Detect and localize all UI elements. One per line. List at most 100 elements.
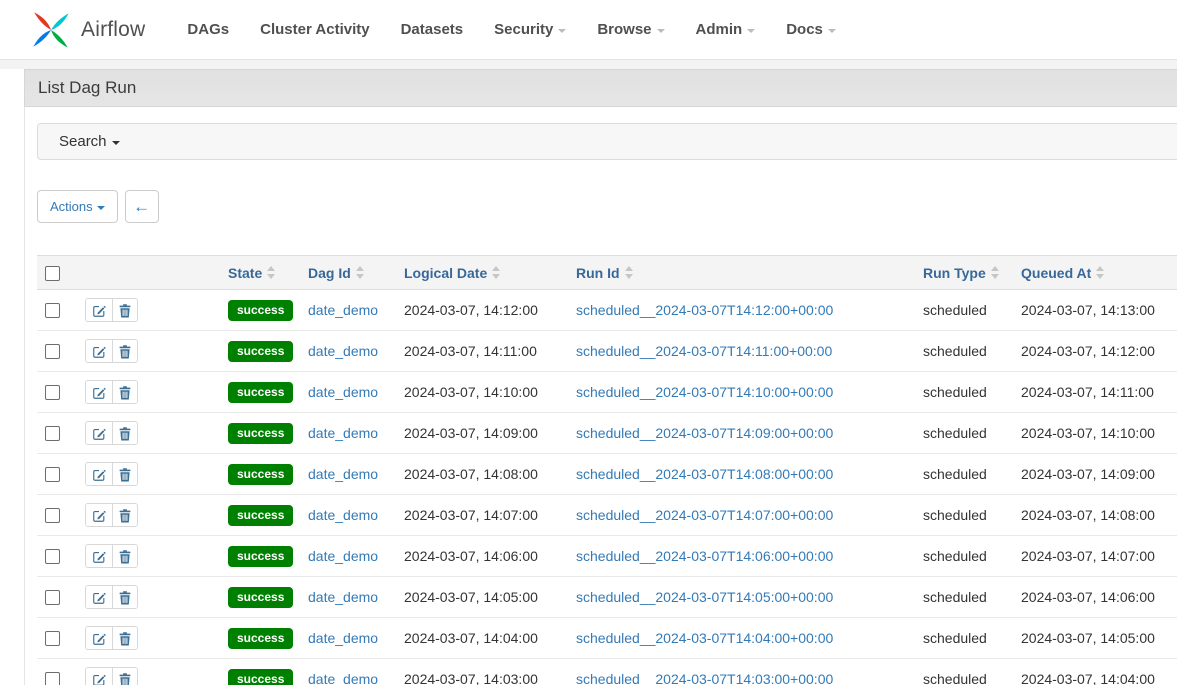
row-checkbox[interactable] [45,508,60,523]
edit-icon [92,509,106,523]
run-id-link[interactable]: scheduled__2024-03-07T14:05:00+00:00 [576,589,833,605]
actions-toolbar: Actions ← [37,190,1177,223]
table-row: success date_demo 2024-03-07, 14:10:00 s… [37,372,1177,413]
back-button[interactable]: ← [125,190,159,223]
delete-button[interactable] [112,586,137,608]
dag-id-link[interactable]: date_demo [308,384,378,400]
row-select-cell [37,331,77,372]
column-header-state[interactable]: State [220,256,300,290]
run-type-cell: scheduled [915,331,1013,372]
chevron-down-icon [657,29,665,33]
delete-button[interactable] [112,299,137,321]
run-id-link[interactable]: scheduled__2024-03-07T14:06:00+00:00 [576,548,833,564]
row-checkbox[interactable] [45,385,60,400]
dag-id-link[interactable]: date_demo [308,425,378,441]
run-id-link[interactable]: scheduled__2024-03-07T14:11:00+00:00 [576,343,832,359]
state-cell: success [220,454,300,495]
queued-at-cell: 2024-03-07, 14:11:00 [1013,372,1177,413]
row-select-cell [37,290,77,331]
nav-item-datasets[interactable]: Datasets [401,21,464,38]
table-row: success date_demo 2024-03-07, 14:08:00 s… [37,454,1177,495]
edit-button[interactable] [86,504,112,526]
edit-button[interactable] [86,463,112,485]
edit-button[interactable] [86,668,112,685]
table-row: success date_demo 2024-03-07, 14:05:00 s… [37,577,1177,618]
actions-button[interactable]: Actions [37,190,118,223]
edit-button[interactable] [86,381,112,403]
column-header-dag-id[interactable]: Dag Id [300,256,396,290]
chevron-down-icon [97,206,105,210]
row-checkbox[interactable] [45,631,60,646]
edit-button[interactable] [86,340,112,362]
run-id-link[interactable]: scheduled__2024-03-07T14:07:00+00:00 [576,507,833,523]
logical-date-cell: 2024-03-07, 14:08:00 [396,454,568,495]
delete-button[interactable] [112,340,137,362]
run-id-link[interactable]: scheduled__2024-03-07T14:03:00+00:00 [576,671,833,685]
row-checkbox[interactable] [45,344,60,359]
delete-button[interactable] [112,627,137,649]
row-checkbox[interactable] [45,672,60,685]
run-id-link[interactable]: scheduled__2024-03-07T14:10:00+00:00 [576,384,833,400]
status-badge: success [228,628,293,649]
nav-item-security[interactable]: Security [494,21,566,38]
row-checkbox[interactable] [45,303,60,318]
table-header-row: State Dag Id Logical Date Run Id [37,256,1177,290]
edit-button[interactable] [86,422,112,444]
edit-button[interactable] [86,627,112,649]
delete-button[interactable] [112,504,137,526]
nav-item-docs[interactable]: Docs [786,21,836,38]
delete-button[interactable] [112,463,137,485]
dag-id-link[interactable]: date_demo [308,507,378,523]
dag-id-link[interactable]: date_demo [308,630,378,646]
airflow-brand[interactable]: Airflow [30,9,145,51]
nav-item-dags[interactable]: DAGs [187,21,229,38]
nav-item-cluster-activity[interactable]: Cluster Activity [260,21,369,38]
column-header-logical-date[interactable]: Logical Date [396,256,568,290]
edit-button[interactable] [86,586,112,608]
nav-item-browse[interactable]: Browse [597,21,664,38]
dag-id-cell: date_demo [300,290,396,331]
column-header-run-type[interactable]: Run Type [915,256,1013,290]
dag-id-cell: date_demo [300,536,396,577]
dag-id-link[interactable]: date_demo [308,302,378,318]
dag-id-cell: date_demo [300,331,396,372]
edit-icon [92,591,106,605]
dag-id-link[interactable]: date_demo [308,466,378,482]
edit-icon [92,345,106,359]
nav-item-admin[interactable]: Admin [696,21,756,38]
run-id-link[interactable]: scheduled__2024-03-07T14:09:00+00:00 [576,425,833,441]
run-id-cell: scheduled__2024-03-07T14:07:00+00:00 [568,495,915,536]
delete-button[interactable] [112,545,137,567]
run-type-cell: scheduled [915,659,1013,685]
edit-button[interactable] [86,299,112,321]
dag-id-link[interactable]: date_demo [308,548,378,564]
delete-button[interactable] [112,668,137,685]
column-header-queued-at[interactable]: Queued At [1013,256,1177,290]
dag-id-link[interactable]: date_demo [308,343,378,359]
delete-button[interactable] [112,422,137,444]
run-id-link[interactable]: scheduled__2024-03-07T14:08:00+00:00 [576,466,833,482]
run-id-cell: scheduled__2024-03-07T14:08:00+00:00 [568,454,915,495]
status-badge: success [228,341,293,362]
dag-id-link[interactable]: date_demo [308,671,378,685]
chevron-down-icon [747,29,755,33]
row-checkbox[interactable] [45,426,60,441]
status-badge: success [228,464,293,485]
select-all-checkbox[interactable] [45,266,60,281]
run-id-link[interactable]: scheduled__2024-03-07T14:04:00+00:00 [576,630,833,646]
column-header-run-id[interactable]: Run Id [568,256,915,290]
edit-button[interactable] [86,545,112,567]
dag-id-link[interactable]: date_demo [308,589,378,605]
page-title: List Dag Run [24,69,1177,107]
row-checkbox[interactable] [45,549,60,564]
status-badge: success [228,423,293,444]
row-checkbox[interactable] [45,467,60,482]
row-actions-cell [77,290,220,331]
logical-date-cell: 2024-03-07, 14:10:00 [396,372,568,413]
logical-date-cell: 2024-03-07, 14:05:00 [396,577,568,618]
delete-button[interactable] [112,381,137,403]
run-id-link[interactable]: scheduled__2024-03-07T14:12:00+00:00 [576,302,833,318]
row-checkbox[interactable] [45,590,60,605]
search-toggle[interactable]: Search [37,123,1177,160]
run-type-cell: scheduled [915,290,1013,331]
